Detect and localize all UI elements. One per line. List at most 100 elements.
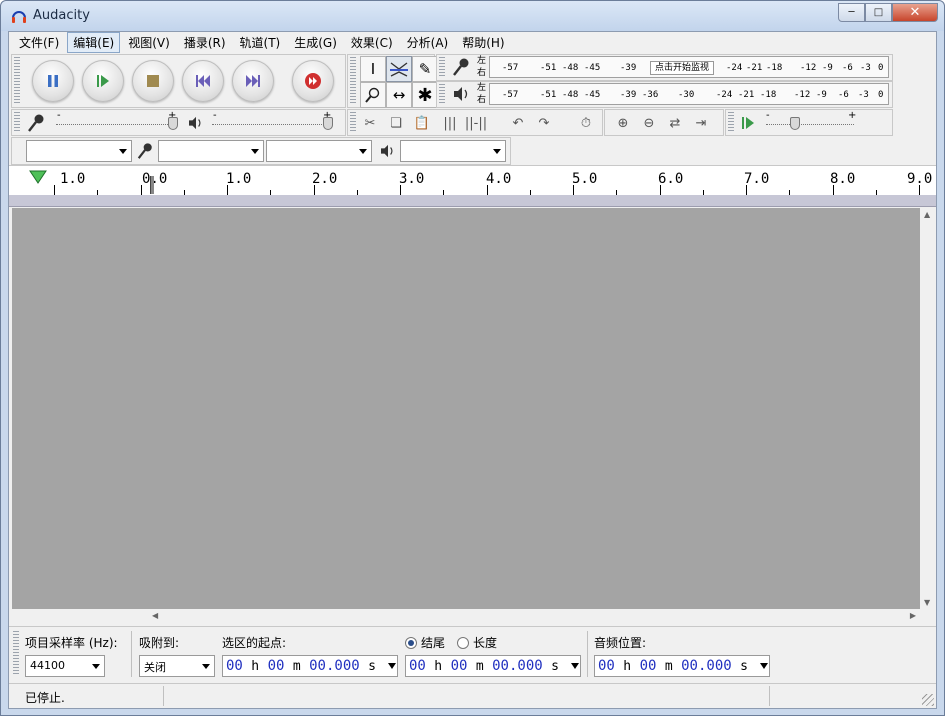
ruler-major-tick xyxy=(140,185,142,195)
play-button[interactable] xyxy=(82,60,124,102)
input-volume-thumb[interactable] xyxy=(168,117,178,130)
unit-h: h xyxy=(251,659,260,674)
track-panel[interactable] xyxy=(12,208,920,609)
ruler-major-tick xyxy=(659,185,661,195)
silence-button[interactable]: ||-|| xyxy=(464,111,488,135)
redo-button[interactable]: ↷ xyxy=(532,111,556,135)
unit-m: m xyxy=(292,659,301,674)
stop-button[interactable] xyxy=(132,60,174,102)
meter-tick: -6 xyxy=(838,90,849,100)
project-rate-select[interactable]: 44100 xyxy=(25,655,105,677)
audio-position-time[interactable]: 00 h 00 m 00.000 s xyxy=(594,655,770,677)
horizontal-scrollbar[interactable]: ◀ ▶ xyxy=(12,609,920,625)
microphone-icon[interactable] xyxy=(451,57,471,77)
output-volume-thumb[interactable] xyxy=(323,117,333,130)
ruler-scrub-strip[interactable] xyxy=(9,195,936,207)
ruler-label: 2.0 xyxy=(312,171,338,187)
menu-generate[interactable]: 生成(G) xyxy=(288,32,343,53)
draw-tool-button[interactable]: ✎ xyxy=(412,56,438,82)
toolbar-grip[interactable] xyxy=(350,112,356,133)
sync-lock-button[interactable]: ⏱ xyxy=(574,111,598,135)
play-head-triangle-icon[interactable] xyxy=(29,169,47,185)
menu-analyze[interactable]: 分析(A) xyxy=(401,32,455,53)
playback-speed-slider[interactable] xyxy=(766,124,854,125)
device-toolbar xyxy=(11,137,511,165)
fit-project-button[interactable]: ⇥ xyxy=(689,111,713,135)
fit-selection-button[interactable]: ⇄ xyxy=(663,111,687,135)
toolbar-grip[interactable] xyxy=(728,112,734,133)
trim-button[interactable]: ||| xyxy=(438,111,462,135)
speaker-icon[interactable] xyxy=(453,86,471,102)
scroll-left-icon[interactable]: ◀ xyxy=(152,611,158,620)
start-monitoring-button[interactable]: 点击开始监视 xyxy=(650,61,715,75)
toolbar-grip[interactable] xyxy=(439,84,445,105)
title-bar[interactable]: Audacity ─ □ ✕ xyxy=(1,1,944,31)
time-format-dropdown-icon[interactable] xyxy=(571,663,579,669)
menu-transport[interactable]: 播录(R) xyxy=(178,32,232,53)
unit-s: s xyxy=(368,659,376,674)
close-button[interactable]: ✕ xyxy=(892,3,938,22)
paste-button[interactable]: 📋 xyxy=(410,111,434,135)
unit-m: m xyxy=(475,659,484,674)
snap-to-select[interactable]: 关闭 xyxy=(139,655,215,677)
menu-help[interactable]: 帮助(H) xyxy=(456,32,510,53)
timeline-ruler[interactable]: 1.0 0.0 1.0 2.0 3.0 4.0 5.0 6.0 7.0 8.0 … xyxy=(9,165,936,195)
scroll-right-icon[interactable]: ▶ xyxy=(910,611,916,620)
record-icon xyxy=(305,73,321,89)
toolbar-separator xyxy=(131,631,132,677)
scroll-up-icon[interactable]: ▲ xyxy=(924,210,930,219)
toolbar-grip[interactable] xyxy=(14,57,20,105)
vertical-scrollbar[interactable]: ▲ ▼ xyxy=(920,208,936,609)
resize-grip[interactable] xyxy=(922,694,934,706)
selection-start-time[interactable]: 00 h 00 m 00.000 s xyxy=(222,655,398,677)
selection-end-time[interactable]: 00 h 00 m 00.000 s xyxy=(405,655,581,677)
menu-edit[interactable]: 编辑(E) xyxy=(67,31,121,53)
menu-view[interactable]: 视图(V) xyxy=(122,32,176,53)
selection-tool-button[interactable]: I xyxy=(360,56,386,82)
skip-start-icon xyxy=(196,75,210,87)
end-hours: 00 xyxy=(409,658,426,674)
undo-button[interactable]: ↶ xyxy=(506,111,530,135)
time-format-dropdown-icon[interactable] xyxy=(760,663,768,669)
menu-effect[interactable]: 效果(C) xyxy=(345,32,399,53)
record-meter[interactable]: -57 -51 -48 -45 -39 点击开始监视 -24 -21 -18 -… xyxy=(489,56,889,78)
meter-tick: 0 xyxy=(878,63,884,73)
play-at-speed-button[interactable] xyxy=(736,111,760,135)
skip-to-end-button[interactable] xyxy=(232,60,274,102)
toolbar-grip[interactable] xyxy=(350,57,356,105)
record-button[interactable] xyxy=(292,60,334,102)
menu-tracks[interactable]: 轨道(T) xyxy=(234,32,287,53)
pause-button[interactable] xyxy=(32,60,74,102)
start-seconds: 00.000 xyxy=(309,658,360,674)
cut-button[interactable]: ✂ xyxy=(358,111,382,135)
audio-host-select[interactable] xyxy=(26,140,132,162)
recording-device-select[interactable] xyxy=(158,140,264,162)
main-client-area: 文件(F) 编辑(E) 视图(V) 播录(R) 轨道(T) 生成(G) 效果(C… xyxy=(8,31,937,709)
input-volume-slider[interactable] xyxy=(56,124,176,125)
scroll-down-icon[interactable]: ▼ xyxy=(924,598,930,607)
multi-tool-button[interactable]: ✱ xyxy=(412,82,438,108)
time-format-dropdown-icon[interactable] xyxy=(388,663,396,669)
end-radio-button[interactable] xyxy=(405,637,417,649)
copy-button[interactable]: ❏ xyxy=(384,111,408,135)
time-shift-tool-button[interactable]: ↔ xyxy=(386,82,412,108)
zoom-out-button[interactable]: ⊖ xyxy=(637,111,661,135)
audacity-logo-icon xyxy=(12,11,26,23)
menu-file[interactable]: 文件(F) xyxy=(13,32,65,53)
output-volume-slider[interactable] xyxy=(212,124,332,125)
toolbar-grip[interactable] xyxy=(13,631,19,675)
maximize-button[interactable]: □ xyxy=(865,3,892,22)
length-radio-button[interactable] xyxy=(457,637,469,649)
minimize-button[interactable]: ─ xyxy=(838,3,865,22)
playback-device-select[interactable] xyxy=(400,140,506,162)
zoom-tool-button[interactable] xyxy=(360,82,386,108)
toolbar-grip[interactable] xyxy=(439,57,445,78)
recording-channels-select[interactable] xyxy=(266,140,372,162)
playback-speed-thumb[interactable] xyxy=(790,117,800,130)
envelope-tool-button[interactable] xyxy=(386,56,412,82)
playback-meter[interactable]: -57 -51 -48 -45 -39 -36 -30 -24 -21 -18 … xyxy=(489,83,889,105)
skip-to-start-button[interactable] xyxy=(182,60,224,102)
toolbar-grip[interactable] xyxy=(14,112,20,133)
project-rate-value: 44100 xyxy=(30,659,65,672)
zoom-in-button[interactable]: ⊕ xyxy=(611,111,635,135)
